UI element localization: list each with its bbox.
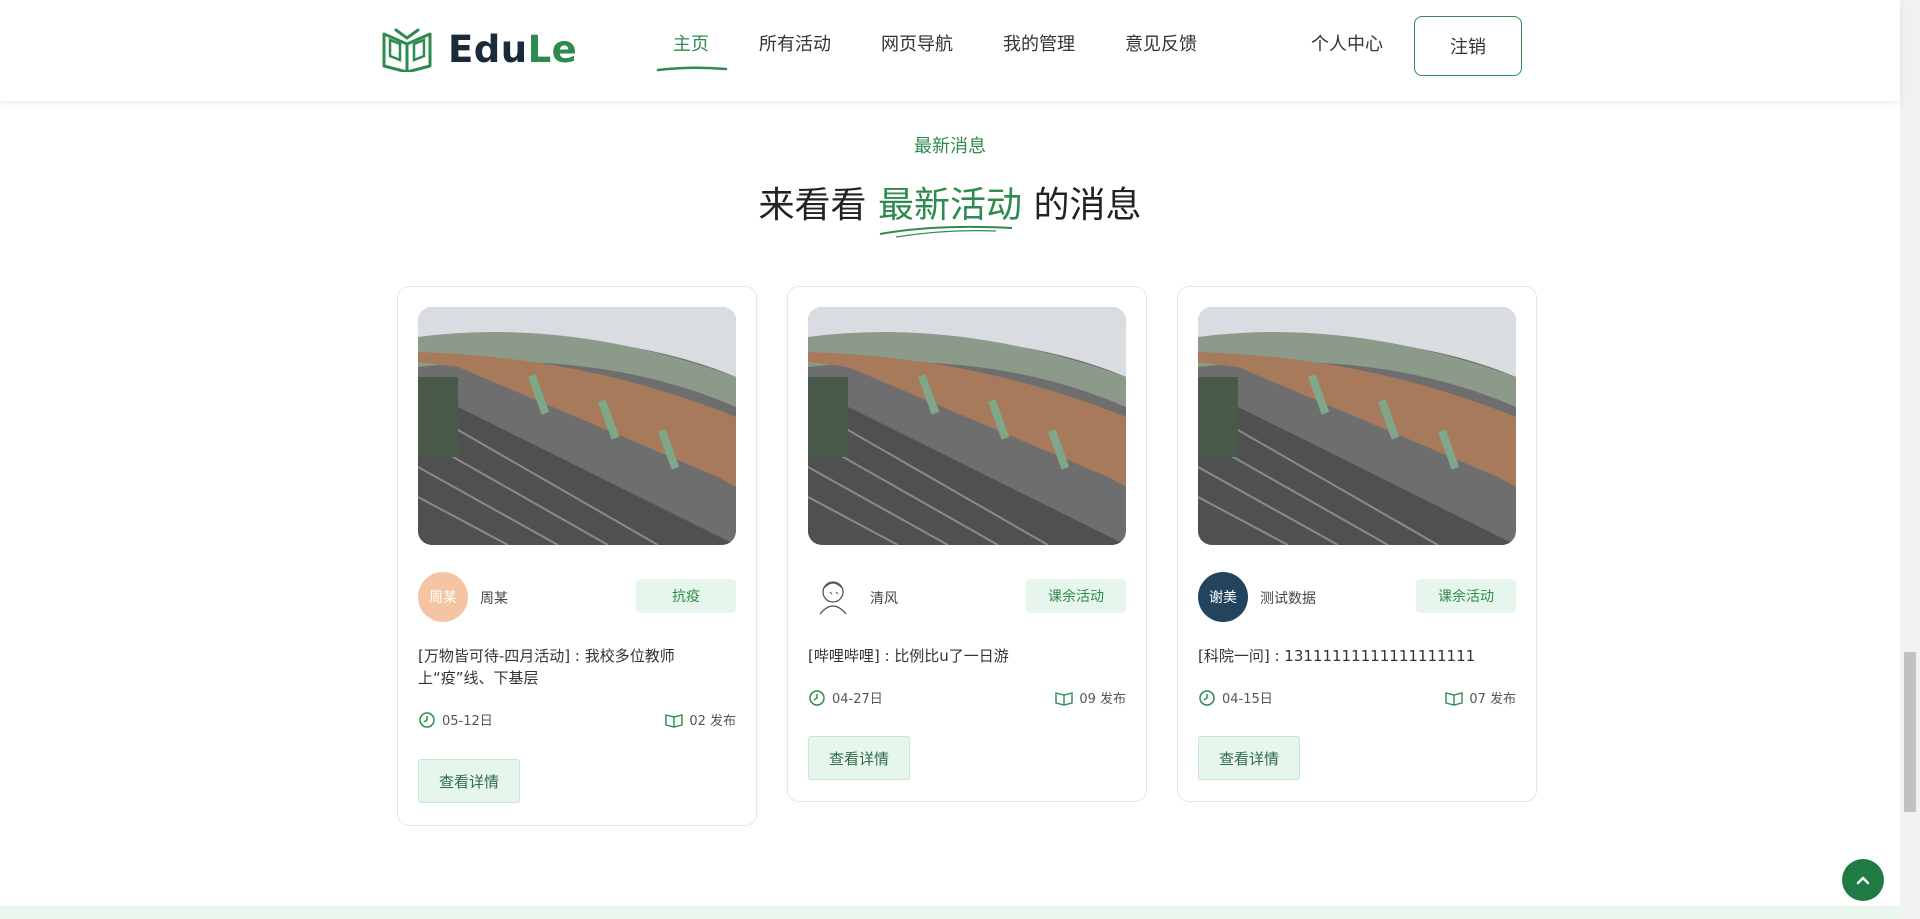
nav-item-my-management[interactable]: 我的管理 — [1003, 30, 1075, 56]
card-date: 05-12日 — [442, 714, 493, 729]
logout-button[interactable]: 注销 — [1414, 16, 1522, 76]
highlight-swoosh-icon — [879, 225, 1013, 238]
chevron-up-icon — [1856, 876, 1870, 885]
card-meta: 04-15日 07 发布 — [1198, 688, 1516, 707]
campus-photo — [808, 307, 1126, 545]
page-scrollbar[interactable] — [1900, 0, 1920, 919]
card-published: 02 发布 — [689, 714, 736, 729]
activity-image[interactable] — [1198, 307, 1516, 545]
card-title-line2: 上“疫”线、下基层 — [418, 669, 539, 687]
nav-item-feedback[interactable]: 意见反馈 — [1125, 30, 1197, 56]
view-details-button[interactable]: 查看详情 — [808, 736, 910, 780]
sketch-avatar-icon — [808, 572, 858, 622]
section-subtitle: 最新消息 — [914, 136, 986, 157]
logo-text: EduLe — [448, 27, 578, 71]
top-header: EduLe 主页 所有活动 网页导航 我的管理 意见反馈 个人中心 注销 — [0, 0, 1900, 101]
card-published: 07 发布 — [1469, 692, 1516, 707]
nav-item-user-center[interactable]: 个人中心 — [1311, 30, 1383, 56]
activity-image[interactable] — [418, 307, 736, 545]
card-published: 09 发布 — [1079, 692, 1126, 707]
view-details-button[interactable]: 查看详情 — [418, 759, 520, 803]
card-meta: 04-27日 09 发布 — [808, 688, 1126, 707]
avatar: 周某 — [418, 572, 468, 622]
card-title[interactable]: [哔哩哔哩] : 比例比u了一日游 — [808, 645, 1108, 667]
open-book-icon — [665, 713, 684, 728]
nav-item-all-activities[interactable]: 所有活动 — [759, 30, 831, 56]
avatar: 谢美 — [1198, 572, 1248, 622]
activity-card: 谢美 测试数据 课余活动 [科院一问] : 131111111111111111… — [1177, 286, 1537, 802]
card-date: 04-15日 — [1222, 692, 1273, 707]
card-title[interactable]: [科院一问] : 13111111111111111111 — [1198, 645, 1498, 667]
site-logo[interactable]: EduLe — [380, 26, 577, 72]
activity-card: 周某 周某 抗疫 [万物皆可待-四月活动] : 我校多位教师 上“疫”线、下基层… — [397, 286, 757, 826]
activity-image[interactable] — [808, 307, 1126, 545]
card-date: 04-27日 — [832, 692, 883, 707]
card-title-line1: [万物皆可待-四月活动] : 我校多位教师 — [418, 647, 675, 665]
clock-icon — [1199, 689, 1215, 706]
footer-band — [0, 906, 1900, 919]
open-book-icon — [1445, 691, 1464, 706]
card-title-line1: [科院一问] : 13111111111111111111 — [1198, 647, 1476, 665]
author-name: 周某 — [480, 591, 508, 607]
campus-photo — [1198, 307, 1516, 545]
author-name: 清风 — [870, 591, 898, 607]
category-tag[interactable]: 课余活动 — [1026, 579, 1126, 613]
clock-icon — [809, 689, 825, 706]
view-details-button[interactable]: 查看详情 — [1198, 736, 1300, 780]
card-meta: 05-12日 02 发布 — [418, 710, 736, 729]
clock-icon — [419, 711, 435, 728]
nav-item-site-navigation[interactable]: 网页导航 — [881, 30, 953, 56]
title-before: 来看看 — [758, 185, 867, 226]
active-nav-underline — [656, 66, 728, 72]
back-to-top-button[interactable] — [1842, 859, 1884, 901]
book-logo-icon — [382, 28, 432, 72]
title-highlight: 最新活动 — [878, 176, 1022, 238]
card-title-line1: [哔哩哔哩] : 比例比u了一日游 — [808, 647, 1009, 665]
category-tag[interactable]: 课余活动 — [1416, 579, 1516, 613]
campus-photo — [418, 307, 736, 545]
scrollbar-thumb[interactable] — [1904, 652, 1916, 812]
activity-card: 清风 课余活动 [哔哩哔哩] : 比例比u了一日游 04-27日 09 发布 查… — [787, 286, 1147, 802]
author-name: 测试数据 — [1260, 591, 1316, 607]
open-book-icon — [1055, 691, 1074, 706]
section-title: 来看看 最新活动 的消息 — [0, 176, 1900, 238]
category-tag[interactable]: 抗疫 — [636, 579, 736, 613]
title-after: 的消息 — [1033, 185, 1142, 226]
nav-item-home[interactable]: 主页 — [673, 30, 709, 56]
card-title[interactable]: [万物皆可待-四月活动] : 我校多位教师 上“疫”线、下基层 — [418, 645, 718, 689]
